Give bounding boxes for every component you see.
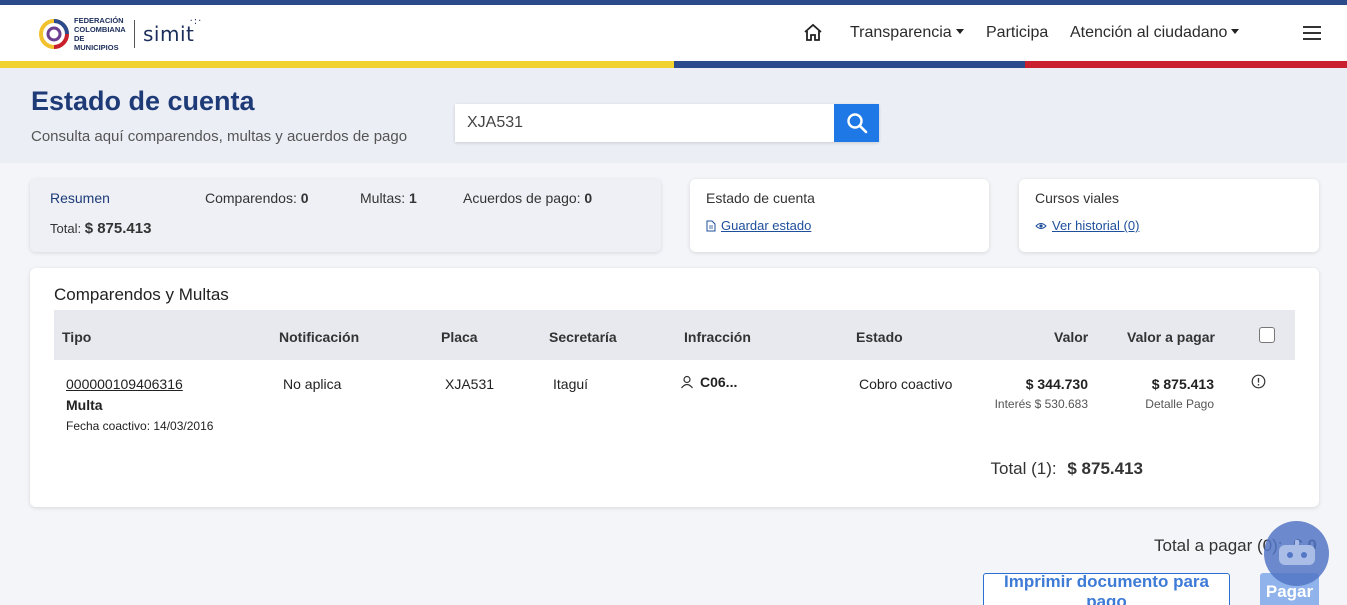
table-total-label: Total (1): xyxy=(990,459,1057,478)
resumen-total-value: $ 875.413 xyxy=(84,220,152,237)
th-placa: Placa xyxy=(441,329,478,345)
acuerdos-count: Acuerdos de pago: 0 xyxy=(463,190,592,206)
fcm-logo-icon xyxy=(39,19,69,49)
multas-label: Multas: xyxy=(360,190,406,206)
flag-color-bar xyxy=(0,61,1347,68)
row-tipo: Multa xyxy=(66,397,103,413)
person-icon xyxy=(681,375,693,389)
estado-cuenta-card: Estado de cuenta Guardar estado xyxy=(690,179,989,252)
cursos-card-title: Cursos viales xyxy=(1035,190,1120,206)
hamburger-menu-icon xyxy=(1303,26,1321,40)
caret-down-icon xyxy=(1231,28,1240,34)
nav-participa-label: Participa xyxy=(986,24,1049,41)
comparendo-number-link[interactable]: 000000109406316 xyxy=(66,376,183,392)
cursos-viales-card: Cursos viales Ver historial (0) xyxy=(1019,179,1319,252)
multas-value: 1 xyxy=(409,190,417,206)
menu-button[interactable] xyxy=(1303,5,1321,61)
resumen-label: Resumen xyxy=(50,190,110,206)
ver-historial-label: Ver historial (0) xyxy=(1052,218,1140,233)
select-all-checkbox[interactable] xyxy=(1259,327,1275,343)
row-valor: $ 344.730 xyxy=(1025,376,1088,392)
th-infraccion: Infracción xyxy=(684,329,751,345)
resumen-total: Total: $ 875.413 xyxy=(50,220,151,237)
table-header: Tipo Notificación Placa Secretaría Infra… xyxy=(54,310,1295,360)
simit-wordmark: simit ·:· xyxy=(143,16,201,46)
comparendos-value: 0 xyxy=(300,190,309,206)
row-estado: Cobro coactivo xyxy=(859,376,953,392)
search-icon xyxy=(846,113,867,134)
table-total-value: $ 875.413 xyxy=(1067,459,1143,478)
th-secretaria: Secretaría xyxy=(549,329,617,345)
page-subtitle: Consulta aquí comparendos, multas y acue… xyxy=(31,128,408,145)
resumen-card: Resumen Comparendos: 0 Multas: 1 Acuerdo… xyxy=(30,179,661,252)
nav-atencion[interactable]: Atención al ciudadano xyxy=(1070,5,1240,61)
simit-text: simit xyxy=(143,22,195,46)
table-title: Comparendos y Multas xyxy=(54,285,229,304)
plate-search-input[interactable] xyxy=(455,104,834,142)
resumen-total-label: Total: xyxy=(50,221,82,236)
caret-down-icon xyxy=(955,28,964,34)
row-interes: Interés $ 530.683 xyxy=(994,397,1088,411)
search-bar xyxy=(455,104,879,142)
guardar-estado-label: Guardar estado xyxy=(721,218,812,233)
simit-dots-icon: ·:· xyxy=(189,16,203,27)
row-placa: XJA531 xyxy=(445,376,495,392)
th-estado: Estado xyxy=(856,329,903,345)
eye-icon xyxy=(1035,222,1047,229)
logo[interactable]: FEDERACIÓN COLOMBIANA DE MUNICIPIOS simi… xyxy=(38,13,201,55)
nav-atencion-label: Atención al ciudadano xyxy=(1070,24,1228,41)
th-notificacion: Notificación xyxy=(279,329,360,345)
nav-participa[interactable]: Participa xyxy=(986,5,1048,61)
th-valor: Valor xyxy=(1054,329,1089,345)
table-total: Total (1): $ 875.413 xyxy=(990,459,1143,479)
row-infraccion[interactable]: C06... xyxy=(680,374,737,390)
row-valor-pagar: $ 875.413 xyxy=(1151,376,1214,392)
estado-card-title: Estado de cuenta xyxy=(706,190,815,206)
acuerdos-label: Acuerdos de pago: xyxy=(463,190,581,206)
nav-transparencia-label: Transparencia xyxy=(850,24,952,41)
row-fecha-coactivo: Fecha coactivo: 14/03/2016 xyxy=(66,419,214,433)
row-notificacion: No aplica xyxy=(283,376,342,392)
chatbot-icon xyxy=(1278,539,1315,565)
document-icon xyxy=(706,220,716,231)
acuerdos-value: 0 xyxy=(584,190,593,206)
comparendos-multas-card: Comparendos y Multas Tipo Notificación P… xyxy=(30,268,1319,507)
page-title: Estado de cuenta xyxy=(31,86,255,116)
comparendos-label: Comparendos: xyxy=(205,190,297,206)
print-document-button[interactable]: Imprimir documento para pago xyxy=(983,572,1230,605)
chat-bot-button[interactable] xyxy=(1264,521,1329,586)
multas-count: Multas: 1 xyxy=(360,190,417,206)
th-valor-pagar: Valor a pagar xyxy=(1127,329,1215,345)
fcm-text: FEDERACIÓN COLOMBIANA DE MUNICIPIOS xyxy=(74,16,126,52)
nav-transparencia[interactable]: Transparencia xyxy=(850,5,964,61)
nav-home[interactable] xyxy=(803,5,823,61)
logo-divider xyxy=(134,20,135,48)
guardar-estado-link[interactable]: Guardar estado xyxy=(706,218,811,233)
info-icon[interactable] xyxy=(1251,374,1266,389)
row-secretaria: Itaguí xyxy=(553,376,589,392)
ver-historial-link[interactable]: Ver historial (0) xyxy=(1035,218,1139,233)
search-button[interactable] xyxy=(834,104,879,142)
comparendos-count: Comparendos: 0 xyxy=(205,190,309,206)
row-detalle-pago[interactable]: Detalle Pago xyxy=(1145,397,1214,411)
row-infraccion-code: C06... xyxy=(700,374,738,390)
home-icon xyxy=(804,23,822,41)
th-tipo: Tipo xyxy=(62,329,92,345)
